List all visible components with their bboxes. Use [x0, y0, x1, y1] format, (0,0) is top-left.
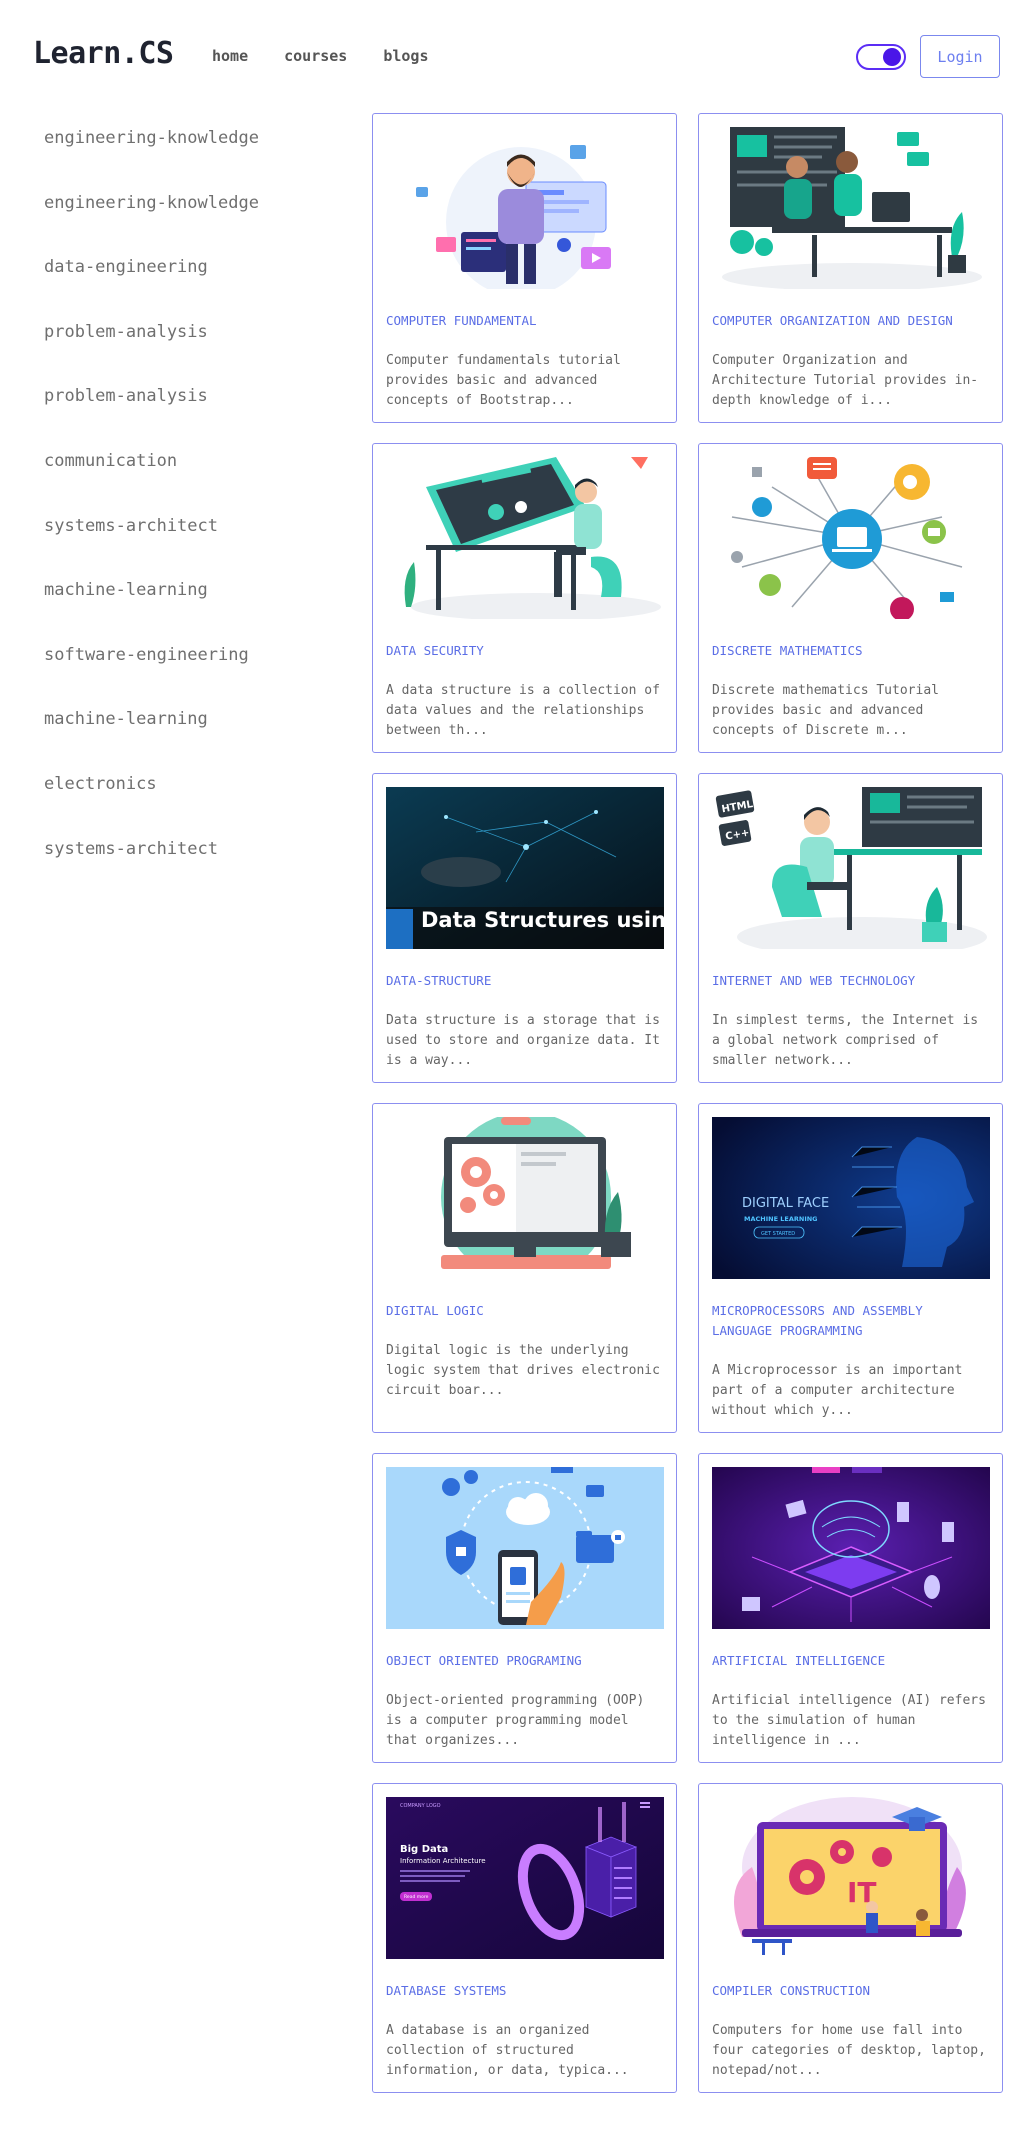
sidebar-item[interactable]: machine-learning [44, 580, 344, 645]
course-image-circuit-icons [712, 457, 990, 619]
toggle-knob [883, 48, 901, 66]
sidebar-item[interactable]: problem-analysis [44, 386, 344, 451]
course-description: Data structure is a storage that is used… [386, 1013, 660, 1068]
course-image-interaction-design [386, 457, 664, 619]
course-title[interactable]: ARTIFICIAL INTELLIGENCE [712, 1651, 990, 1671]
course-card[interactable]: DIGITAL FACE MACHINE LEARNING GET STARTE… [698, 1103, 1003, 1433]
course-image-monitor-gears [386, 1117, 664, 1279]
sidebar-item[interactable]: communication [44, 451, 344, 516]
get-started-label: GET STARTED [761, 1231, 795, 1237]
course-image-cloud-security [386, 1467, 664, 1629]
course-title[interactable]: DATA-STRUCTURE [386, 971, 664, 991]
course-image-it-laptop: IT [712, 1797, 990, 1959]
course-image-coder-desk: HTML C++ [712, 787, 990, 949]
course-description: Computers for home use fall into four ca… [712, 2023, 986, 2078]
course-image-developer [386, 127, 664, 289]
sidebar-item[interactable]: problem-analysis [44, 322, 344, 387]
category-sidebar: engineering-knowledge engineering-knowle… [44, 128, 344, 903]
course-title[interactable]: OBJECT ORIENTED PROGRAMING [386, 1651, 664, 1671]
company-logo-text: COMPANY LOGO [400, 1803, 441, 1809]
course-description: Computer fundamentals tutorial provides … [386, 353, 621, 408]
big-data-heading: Big Data [400, 1844, 448, 1855]
login-button[interactable]: Login [920, 35, 1000, 78]
digital-face-heading: DIGITAL FACE [742, 1196, 829, 1211]
course-card[interactable]: HTML C++ INTERNET AND WEB TECHNOLOGY In … [698, 773, 1003, 1083]
course-card[interactable]: IT COMPILER CONSTRUCTION Computers for h… [698, 1783, 1003, 2093]
sidebar-item[interactable]: machine-learning [44, 709, 344, 774]
course-card[interactable]: DIGITAL LOGIC Digital logic is the under… [372, 1103, 677, 1433]
course-card[interactable]: COMPUTER ORGANIZATION AND DESIGN Compute… [698, 113, 1003, 423]
sidebar-item[interactable]: systems-architect [44, 516, 344, 581]
course-title[interactable]: COMPUTER FUNDAMENTAL [386, 311, 664, 331]
course-title[interactable]: COMPUTER ORGANIZATION AND DESIGN [712, 311, 990, 331]
course-image-big-data: COMPANY LOGO Big Data Information Archit… [386, 1797, 664, 1959]
digital-face-subheading: MACHINE LEARNING [744, 1215, 818, 1223]
course-description: Artificial intelligence (AI) refers to t… [712, 1693, 986, 1748]
read-more-label: Read more [404, 1894, 429, 1900]
course-description: Computer Organization and Architecture T… [712, 353, 979, 408]
sidebar-item[interactable]: engineering-knowledge [44, 193, 344, 258]
course-card[interactable]: OBJECT ORIENTED PROGRAMING Object-orient… [372, 1453, 677, 1763]
sidebar-item[interactable]: data-engineering [44, 257, 344, 322]
course-card[interactable]: COMPANY LOGO Big Data Information Archit… [372, 1783, 677, 2093]
course-description: Discrete mathematics Tutorial provides b… [712, 683, 939, 738]
course-image-team-workstation [712, 127, 990, 289]
sidebar-item[interactable]: systems-architect [44, 839, 344, 904]
nav-blogs-link[interactable]: blogs [383, 47, 428, 65]
course-description: Object-oriented programming (OOP) is a c… [386, 1693, 645, 1748]
sidebar-item[interactable]: engineering-knowledge [44, 128, 344, 193]
course-image-digital-face: DIGITAL FACE MACHINE LEARNING GET STARTE… [712, 1117, 990, 1279]
course-image-data-structures: Data Structures using C [386, 787, 664, 949]
main-nav: home courses blogs [212, 47, 429, 65]
course-description: In simplest terms, the Internet is a glo… [712, 1013, 979, 1068]
course-title[interactable]: DATABASE SYSTEMS [386, 1981, 664, 2001]
course-card[interactable]: DISCRETE MATHEMATICS Discrete mathematic… [698, 443, 1003, 753]
course-card[interactable]: DATA SECURITY A data structure is a coll… [372, 443, 677, 753]
data-structures-banner-text: Data Structures using C [421, 908, 664, 932]
top-navbar: Learn.CS home courses blogs Login [0, 0, 1024, 112]
site-logo[interactable]: Learn.CS [33, 36, 174, 71]
sidebar-item[interactable]: software-engineering [44, 645, 344, 710]
course-title[interactable]: DATA SECURITY [386, 641, 664, 661]
nav-courses-link[interactable]: courses [284, 47, 347, 65]
theme-toggle[interactable] [856, 44, 906, 70]
course-description: A Microprocessor is an important part of… [712, 1363, 963, 1418]
course-card[interactable]: COMPUTER FUNDAMENTAL Computer fundamenta… [372, 113, 677, 423]
course-description: Digital logic is the underlying logic sy… [386, 1343, 660, 1398]
sidebar-item[interactable]: electronics [44, 774, 344, 839]
course-card[interactable]: ARTIFICIAL INTELLIGENCE Artificial intel… [698, 1453, 1003, 1763]
big-data-subheading: Information Architecture [400, 1857, 486, 1865]
course-title[interactable]: COMPILER CONSTRUCTION [712, 1981, 990, 2001]
course-title[interactable]: DISCRETE MATHEMATICS [712, 641, 990, 661]
course-title[interactable]: DIGITAL LOGIC [386, 1301, 664, 1321]
course-title[interactable]: MICROPROCESSORS AND ASSEMBLY LANGUAGE PR… [712, 1301, 990, 1341]
course-card[interactable]: Data Structures using C DATA-STRUCTURE D… [372, 773, 677, 1083]
course-description: A database is an organized collection of… [386, 2023, 629, 2078]
course-title[interactable]: INTERNET AND WEB TECHNOLOGY [712, 971, 990, 991]
course-image-ai-chip [712, 1467, 990, 1629]
nav-home-link[interactable]: home [212, 47, 248, 65]
course-description: A data structure is a collection of data… [386, 683, 660, 738]
